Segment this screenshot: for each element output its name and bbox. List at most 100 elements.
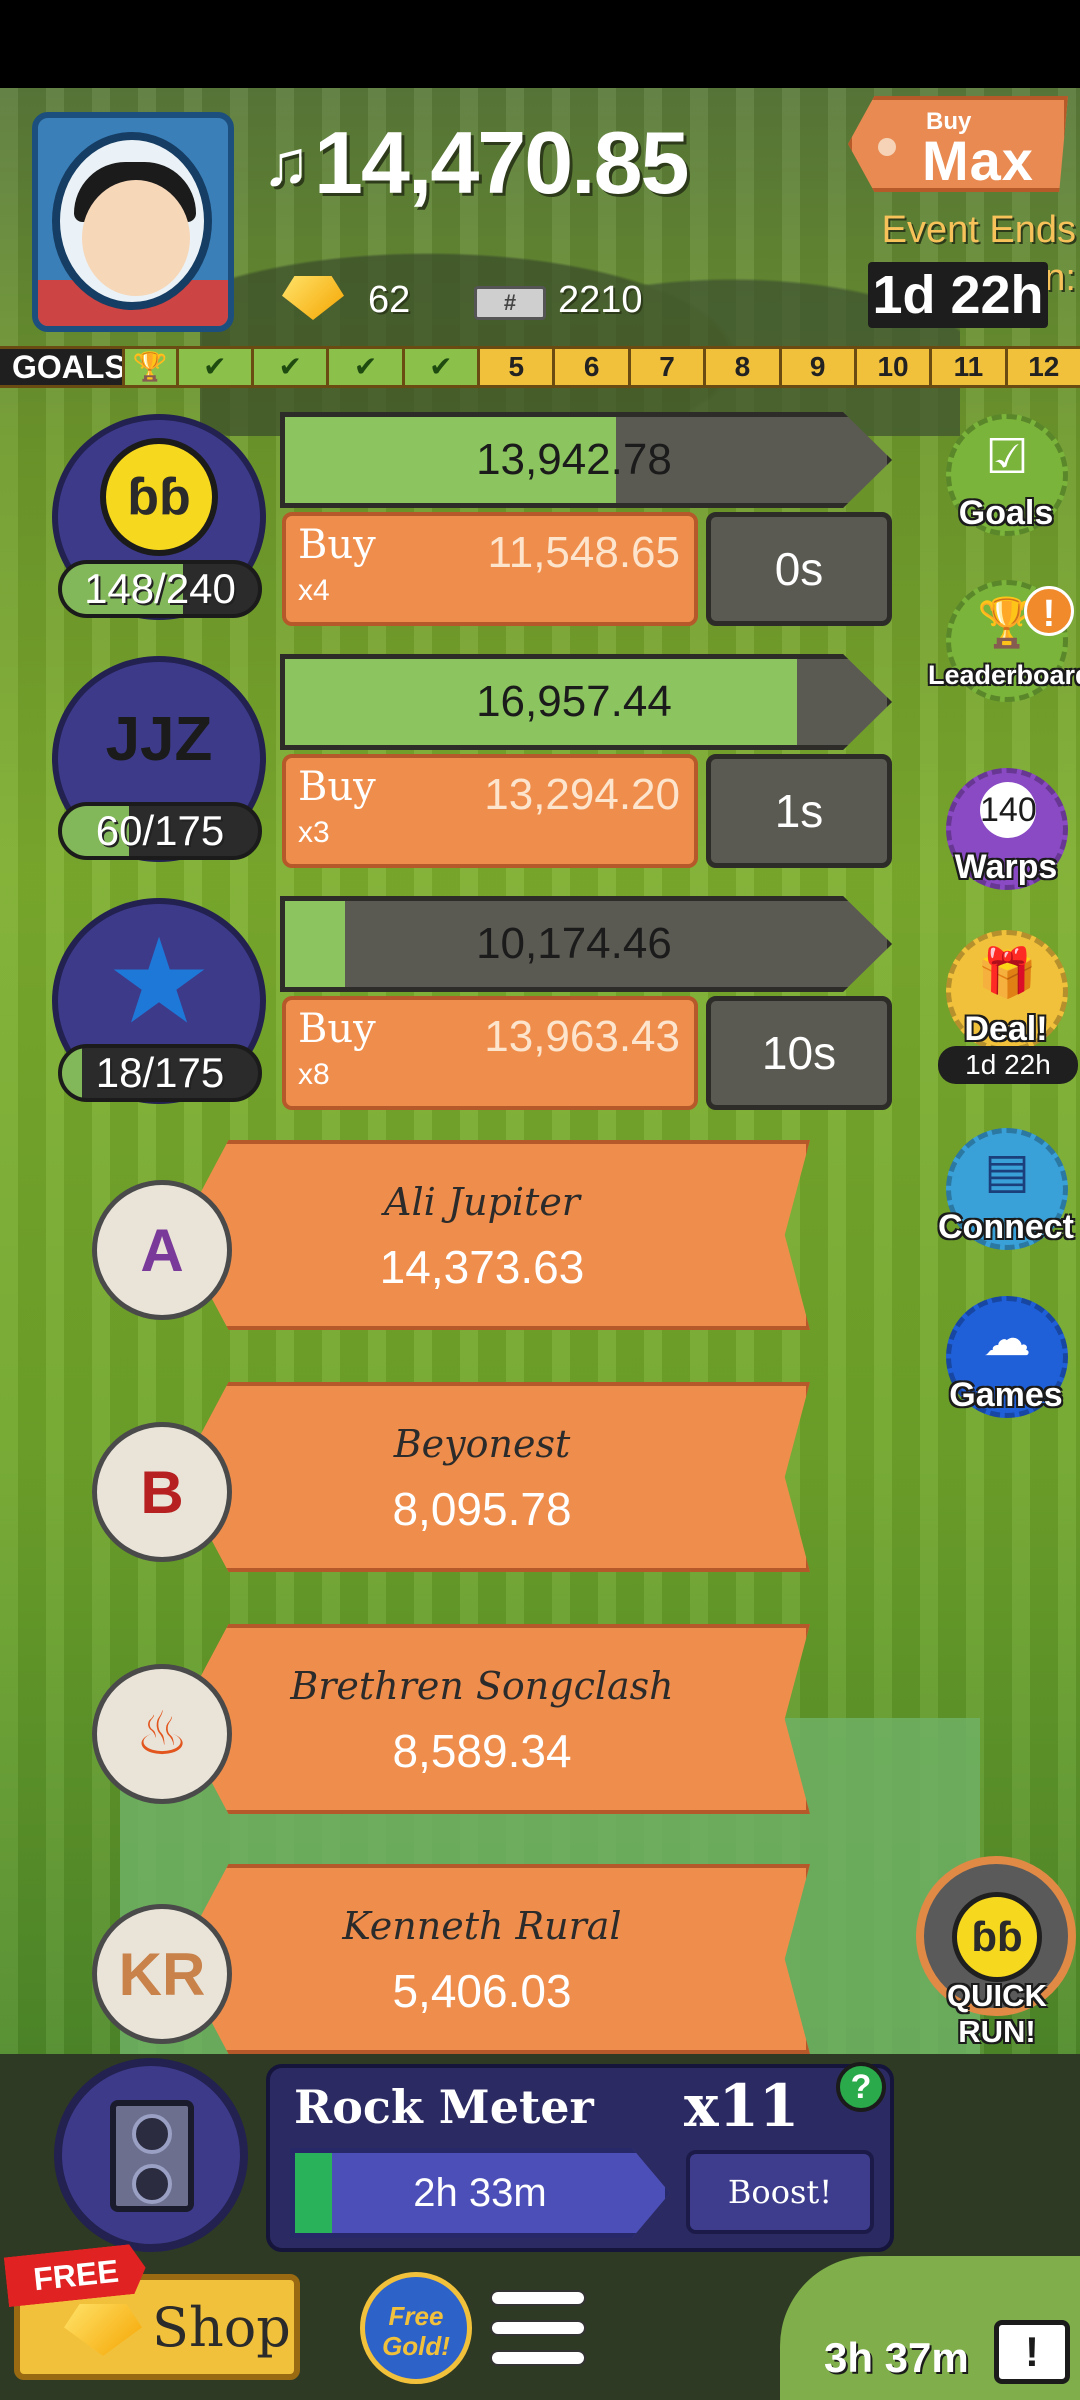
goal-step: 10 [853,349,929,385]
event-timer: 1d 22h [868,262,1048,328]
buy-max-label: Max [922,129,1034,192]
speaker-cone [132,2164,172,2204]
manager-card[interactable]: ♨ Brethren Songclash 8,589.34 [92,1624,812,1814]
avatar-face [82,180,190,296]
business-2-timer[interactable]: 1s [706,754,892,868]
goal-step: 6 [552,349,627,385]
help-icon[interactable]: ? [836,2062,886,2112]
buy-cost: 13,963.43 [484,1012,680,1061]
hamburger-icon [490,2290,586,2306]
rock-meter-time: 2h 33m [413,2171,547,2215]
buy-multiplier: x4 [298,574,330,607]
buy-cost: 11,548.65 [487,528,680,577]
manager-name: Kenneth Rural [342,1904,622,1948]
speaker-icon[interactable] [54,2058,248,2252]
manager-ribbon [178,1140,810,1330]
business-3-progress: 10,174.46 [280,896,892,992]
hippo-icon: ☁ [983,1313,1031,1366]
warps-count: 140 [980,782,1037,838]
business-3-buy-button[interactable]: Buy x8 13,963.43 [282,996,698,1110]
hamburger-icon [490,2320,586,2336]
manager-name: Brethren Songclash [290,1664,674,1708]
goal-step: 12 [1004,349,1080,385]
manager-value: 5,406.03 [392,1965,572,2017]
manager-card[interactable]: B Beyonest 8,095.78 [92,1382,812,1572]
buy-multiplier: x8 [298,1058,330,1091]
goals-label: GOALS [0,349,126,385]
menu-button[interactable] [490,2286,586,2370]
cards-icon: ▤ [984,1145,1030,1198]
connect-label: Connect [938,1208,1074,1246]
goals-progress-bar[interactable]: GOALS 🏆 ✔ ✔ ✔ ✔ 5 6 7 8 9 10 11 12 [0,346,1080,388]
tv-icon[interactable]: ! [994,2320,1070,2384]
speaker-cone [132,2114,172,2154]
checklist-icon: ☑ [985,431,1029,484]
goal-check-icon: ✔ [401,349,478,385]
business-1-count: 148/240 [58,560,262,618]
goals-trophy-icon: 🏆 [122,349,176,385]
buy-multiplier: x3 [298,816,330,849]
ticket-icon: # [474,286,546,320]
deal-timer: 1d 22h [938,1046,1078,1084]
goal-step: 5 [477,349,552,385]
ticket-count: 2210 [558,279,643,321]
business-3-count: 18/175 [58,1044,262,1102]
rock-meter-multiplier: x11 [684,2072,800,2140]
music-note-icon: ♫ [262,127,310,199]
tv-reward-timer: 3h 37m [824,2334,969,2381]
event-ends-label: Event Ends in: [881,209,1076,299]
goal-step: 9 [778,349,854,385]
business-1-count-text: 148/240 [84,565,236,612]
coin-icon: ɓɓ [952,1892,1042,1982]
warps-label: Warps [954,848,1058,886]
business-2-buy-button[interactable]: Buy x3 13,294.20 [282,754,698,868]
business-2-count: 60/175 [58,802,262,860]
manager-name: Ali Jupiter [384,1180,580,1224]
leaderboard-alert-icon: ! [1024,586,1074,636]
tag-hole-icon [878,138,896,156]
manager-card[interactable]: A Ali Jupiter 14,373.63 [92,1140,812,1330]
free-gold-button[interactable]: Free Gold! [360,2272,472,2384]
business-3-progress-value: 10,174.46 [476,919,672,968]
jjz-logo-icon: JJZ [105,704,213,774]
manager-value: 14,373.63 [379,1241,585,1293]
goal-check-icon: ✔ [326,349,402,385]
business-1-buy-button[interactable]: Buy x4 11,548.65 [282,512,698,626]
manager-ribbon [178,1382,810,1572]
money-display: ♫14,470.85 [262,108,689,218]
manager-value: 8,095.78 [392,1483,572,1535]
manager-value: 8,589.34 [392,1725,572,1777]
business-3-timer[interactable]: 10s [706,996,892,1110]
buy-max-button[interactable]: Buy Max [848,96,1068,192]
business-3-count-text: 18/175 [95,1049,225,1096]
manager-name: Beyonest [393,1422,571,1466]
buy-label: Buy [298,522,376,568]
speaker-box [110,2100,194,2212]
manager-card[interactable]: KR Kenneth Rural 5,406.03 [92,1864,812,2054]
player-avatar[interactable] [32,112,234,332]
gift-icon: 🎁 [977,947,1037,1000]
business-2-icon[interactable]: JJZ 60/175 [52,656,266,862]
buy-cost: 13,294.20 [484,770,680,819]
warps-button[interactable]: 140 Warps [936,768,1076,904]
goal-step: 7 [627,349,703,385]
business-1-timer[interactable]: 0s [706,512,892,626]
goals-side-label: Goals [958,494,1054,532]
boost-button[interactable]: Boost! [686,2150,874,2234]
business-2-count-text: 60/175 [95,807,225,854]
games-button[interactable]: ☁ Games [936,1296,1076,1432]
connect-button[interactable]: ▤ Connect [936,1128,1076,1264]
goal-step: 11 [929,349,1004,385]
rock-meter-bar: 2h 33m [290,2148,670,2238]
game-screen: ♫14,470.85 62 # 2210 Buy Max Event Ends … [0,0,1080,2400]
manager-ribbon [178,1864,810,2054]
business-2-progress: 16,957.44 [280,654,892,750]
business-3-icon[interactable]: ★ 18/175 [52,898,266,1104]
quick-run-label: QUICK RUN! [947,1978,1047,2049]
goal-check-icon: ✔ [251,349,327,385]
business-1-icon[interactable]: ɓɓ 148/240 [52,414,266,620]
hamburger-icon [490,2350,586,2366]
gold-count: 62 [368,279,411,321]
goals-side-button[interactable]: ☑ Goals [936,414,1076,550]
rock-meter-title: Rock Meter [294,2080,594,2134]
